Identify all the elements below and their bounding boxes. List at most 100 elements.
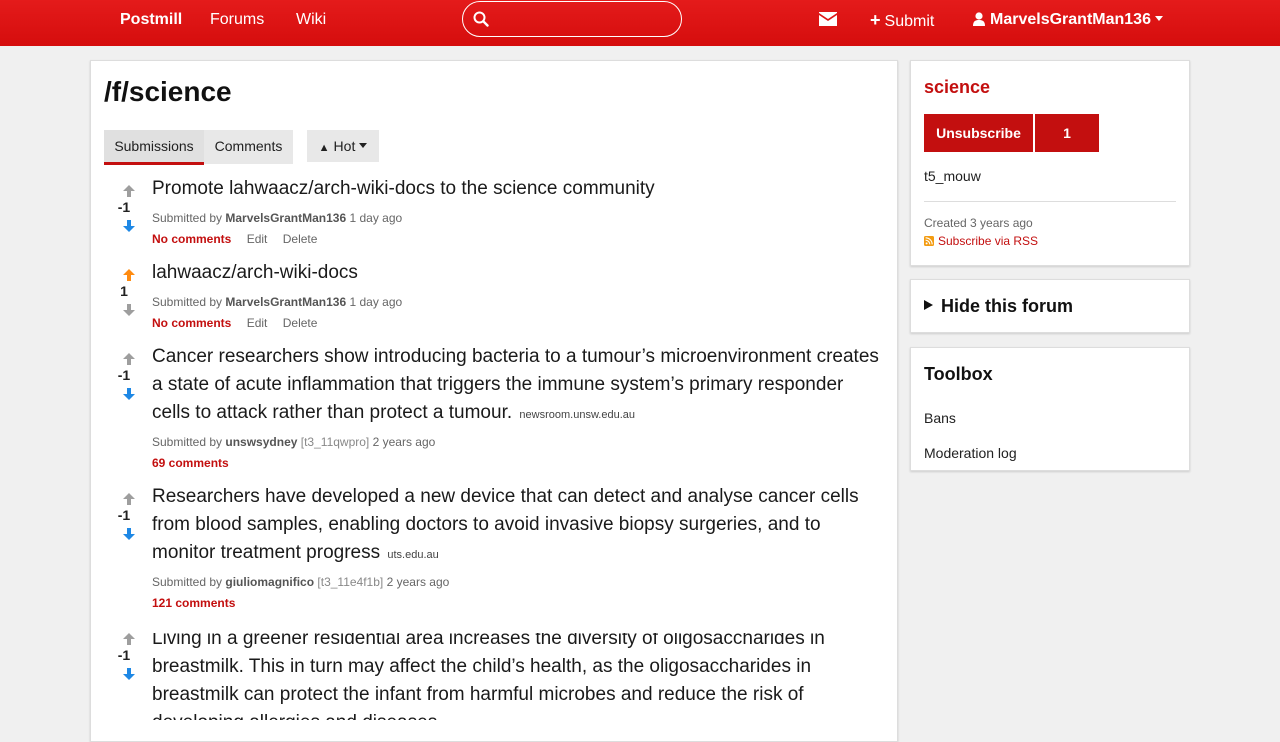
score: 1 [120, 283, 128, 299]
submission-title[interactable]: Cancer researchers show introducing bact… [152, 343, 882, 429]
downvote-icon[interactable] [123, 528, 135, 540]
hide-forum-card: Hide this forum [910, 279, 1190, 333]
downvote-icon[interactable] [123, 388, 135, 400]
author-link[interactable]: MarvelsGrantMan136 [225, 295, 346, 309]
edit-link[interactable]: Edit [247, 232, 268, 246]
top-navbar: Postmill Forums Wiki + Submit MarvelsGran… [0, 0, 1280, 46]
submission-title[interactable]: Promote lahwaacz/arch-wiki-docs to the s… [152, 175, 882, 203]
submit-link[interactable]: + Submit [870, 0, 934, 40]
caret-down-icon [359, 143, 368, 148]
timestamp: 1 day ago [349, 211, 403, 225]
score: -1 [117, 199, 131, 215]
rss-icon [924, 236, 934, 246]
downvote-icon[interactable] [123, 668, 135, 680]
rss-link[interactable]: Subscribe via RSS [924, 234, 1038, 248]
sort-icon: ▲︎ [318, 142, 330, 154]
submission-title-text: Living in a greener residential area inc… [152, 633, 825, 720]
submission-title-text: Researchers have developed a new device … [152, 486, 859, 563]
sort-dropdown[interactable]: ▲︎ Hot [307, 130, 379, 162]
envelope-icon[interactable] [819, 11, 837, 27]
downvote-icon[interactable] [123, 220, 135, 232]
submission-row: -1 Promote lahwaacz/arch-wiki-docs to th… [104, 178, 884, 255]
search-icon [473, 11, 489, 27]
triangle-right-icon [924, 300, 933, 310]
author-flair: [t3_11qwpro] [300, 435, 370, 449]
bans-link[interactable]: Bans [924, 410, 956, 426]
submission-byline: Submitted by unswsydney [t3_11qwpro] 2 y… [152, 435, 435, 449]
submission-title[interactable]: Living in a greener residential area inc… [152, 633, 882, 720]
timestamp: 1 day ago [349, 295, 403, 309]
rss-label: Subscribe via RSS [938, 234, 1039, 248]
submission-row: -1 Living in a greener residential area … [104, 633, 884, 720]
user-icon [973, 12, 985, 26]
score: -1 [117, 647, 131, 663]
wiki-link[interactable]: Wiki [296, 0, 326, 40]
subscriber-count[interactable]: 1 [1035, 114, 1099, 152]
brand-link[interactable]: Postmill [120, 0, 182, 40]
page-title: /f/science [104, 76, 232, 107]
toolbox-title: Toolbox [924, 364, 993, 384]
timestamp: 2 years ago [372, 435, 436, 449]
submission-actions: 69 comments [152, 456, 241, 470]
delete-link[interactable]: Delete [283, 316, 318, 330]
submitted-by-label: Submitted by [152, 575, 223, 589]
submission-title[interactable]: Researchers have developed a new device … [152, 483, 882, 569]
submit-label: Submit [884, 13, 935, 30]
tab-comments[interactable]: Comments [204, 130, 293, 162]
forums-link[interactable]: Forums [210, 0, 264, 40]
submitted-by-label: Submitted by [152, 435, 223, 449]
hide-forum-label: Hide this forum [941, 296, 1074, 316]
submission-row: 1 lahwaacz/arch-wiki-docs Submitted by M… [104, 262, 884, 339]
downvote-icon[interactable] [123, 304, 135, 316]
timestamp: 2 years ago [386, 575, 450, 589]
edit-link[interactable]: Edit [247, 316, 268, 330]
score: -1 [117, 367, 131, 383]
submission-actions: No comments Edit Delete [152, 232, 329, 246]
comments-link[interactable]: 69 comments [152, 456, 229, 470]
submission-title-text: Promote lahwaacz/arch-wiki-docs to the s… [152, 178, 655, 199]
submission-byline: Submitted by MarvelsGrantMan136 1 day ag… [152, 295, 402, 309]
upvote-icon[interactable] [123, 493, 135, 505]
divider [924, 201, 1176, 202]
username: MarvelsGrantMan136 [990, 11, 1151, 28]
comments-link[interactable]: No comments [152, 316, 231, 330]
unsubscribe-button[interactable]: Unsubscribe [924, 114, 1033, 152]
tab-submissions[interactable]: Submissions [104, 130, 204, 165]
submission-domain: newsroom.unsw.edu.au [519, 409, 635, 421]
hide-forum-toggle[interactable]: Hide this forum [924, 296, 1073, 317]
forum-name-link[interactable]: science [924, 77, 990, 98]
caret-down-icon [1154, 16, 1163, 21]
score: -1 [117, 507, 131, 523]
forum-description: t5_mouw [924, 168, 981, 184]
forum-info-card: science Unsubscribe 1 t5_mouw Created 3 … [910, 60, 1190, 266]
sort-label: Hot [333, 138, 356, 154]
author-link[interactable]: MarvelsGrantMan136 [225, 211, 346, 225]
plus-icon: + [870, 10, 881, 30]
submission-row: -1 Cancer researchers show introducing b… [104, 346, 884, 478]
submission-domain: uts.edu.au [387, 549, 439, 561]
author-link[interactable]: unswsydney [225, 435, 297, 449]
user-menu-button[interactable]: MarvelsGrantMan136 [973, 0, 1163, 40]
delete-link[interactable]: Delete [283, 232, 318, 246]
submission-actions: No comments Edit Delete [152, 316, 329, 330]
submission-title[interactable]: lahwaacz/arch-wiki-docs [152, 259, 882, 287]
upvote-icon[interactable] [123, 353, 135, 365]
submission-title-text: Cancer researchers show introducing bact… [152, 346, 879, 423]
upvote-icon[interactable] [123, 185, 135, 197]
submission-title-text: lahwaacz/arch-wiki-docs [152, 262, 358, 283]
comments-link[interactable]: No comments [152, 232, 231, 246]
search-box[interactable] [462, 1, 682, 37]
comments-link[interactable]: 121 comments [152, 596, 235, 610]
submitted-by-label: Submitted by [152, 211, 223, 225]
upvote-icon[interactable] [123, 633, 135, 645]
submitted-by-label: Submitted by [152, 295, 223, 309]
upvote-icon[interactable] [123, 269, 135, 281]
submission-byline: Submitted by MarvelsGrantMan136 1 day ag… [152, 211, 402, 225]
author-link[interactable]: giuliomagnifico [225, 575, 314, 589]
moderation-log-link[interactable]: Moderation log [924, 445, 1017, 461]
view-tabs: Submissions Comments [104, 130, 293, 165]
search-input[interactable] [497, 6, 671, 34]
submission-row: -1 Researchers have developed a new devi… [104, 486, 884, 618]
created-date: Created 3 years ago [924, 216, 1033, 230]
author-flair: [t3_11e4f1b] [317, 575, 384, 589]
